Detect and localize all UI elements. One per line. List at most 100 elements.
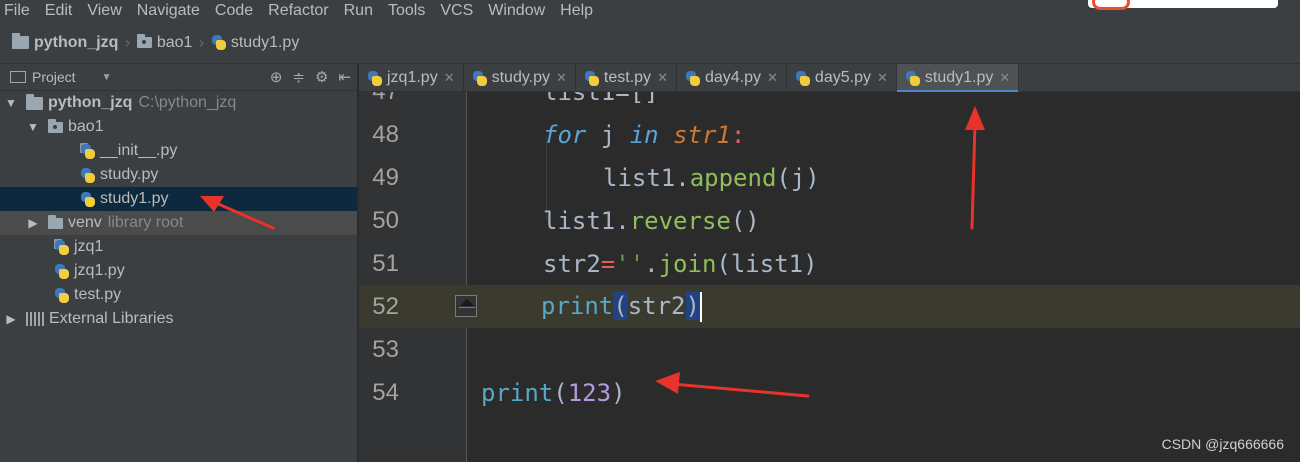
code-line-47[interactable]: 47 list1=[] bbox=[359, 92, 1300, 113]
menu-file[interactable]: File bbox=[4, 2, 30, 20]
tree-item-python-jzq[interactable]: ▼ python_jzq C:\python_jzq bbox=[0, 91, 357, 115]
menu-navigate[interactable]: Navigate bbox=[137, 2, 200, 20]
folder-icon bbox=[26, 93, 43, 110]
menu-view[interactable]: View bbox=[87, 2, 121, 20]
breadcrumb: python_jzq › bao1 › study1.py bbox=[0, 22, 1300, 64]
python-file-icon bbox=[80, 167, 96, 184]
chevron-down-icon[interactable]: ▼ bbox=[26, 120, 40, 134]
tab-label: jzq1.py bbox=[387, 69, 438, 86]
code-text: print(str2) bbox=[541, 291, 702, 322]
package-icon bbox=[48, 118, 63, 133]
gear-icon[interactable]: ⚙ bbox=[315, 68, 328, 86]
tree-item-label: bao1 bbox=[68, 118, 104, 135]
code-line-53[interactable]: 53 bbox=[359, 328, 1300, 371]
close-icon[interactable]: ✕ bbox=[877, 70, 888, 86]
python-file-icon bbox=[211, 34, 227, 51]
folder-icon bbox=[12, 33, 29, 49]
tree-item-label: External Libraries bbox=[49, 310, 174, 327]
line-number: 49 bbox=[372, 163, 399, 191]
tree-item-label: study1.py bbox=[100, 190, 169, 207]
python-file-icon bbox=[685, 70, 701, 87]
code-line-49[interactable]: 49 list1.append(j) bbox=[359, 156, 1300, 199]
code-text: list1.append(j) bbox=[603, 163, 820, 192]
code-text: print(123) bbox=[481, 378, 626, 407]
python-file-icon bbox=[472, 70, 488, 87]
python-file-icon bbox=[80, 191, 96, 208]
code-line-54[interactable]: 54 print(123) bbox=[359, 371, 1300, 414]
code-line-48[interactable]: 48 for j in str1: bbox=[359, 113, 1300, 156]
project-pane-title[interactable]: Project bbox=[32, 69, 76, 85]
chevron-right-icon[interactable]: ▶ bbox=[4, 312, 18, 326]
fold-marker-icon[interactable] bbox=[455, 295, 477, 317]
code-editor[interactable]: 47 list1=[] 48 for j in str1: 49 list1.a… bbox=[359, 92, 1300, 462]
tab-day5-py[interactable]: day5.py ✕ bbox=[787, 64, 897, 92]
menu-vcs[interactable]: VCS bbox=[440, 2, 473, 20]
menu-window[interactable]: Window bbox=[488, 2, 545, 20]
close-icon[interactable]: ✕ bbox=[444, 70, 455, 86]
line-number: 48 bbox=[372, 120, 399, 148]
code-line-50[interactable]: 50 list1.reverse() bbox=[359, 199, 1300, 242]
tab-study-py[interactable]: study.py ✕ bbox=[464, 64, 576, 92]
chevron-right-icon: › bbox=[198, 33, 205, 52]
tab-label: day5.py bbox=[814, 69, 871, 86]
chevron-right-icon[interactable]: ▶ bbox=[26, 216, 40, 230]
tree-item-jzq1-py[interactable]: jzq1.py bbox=[0, 259, 357, 283]
tree-item-study1[interactable]: study1.py bbox=[0, 187, 357, 211]
tree-item-label: jzq1.py bbox=[74, 262, 125, 279]
tree-item-external-libraries[interactable]: ▶ External Libraries bbox=[0, 307, 357, 331]
code-text: list1.reverse() bbox=[543, 206, 760, 235]
menu-bar: File Edit View Navigate Code Refactor Ru… bbox=[0, 0, 1300, 22]
tab-study1-py[interactable]: study1.py ✕ bbox=[896, 64, 1020, 93]
tree-item-venv[interactable]: ▶ venv library root bbox=[0, 211, 357, 235]
tree-item-test[interactable]: test.py bbox=[0, 283, 357, 307]
line-number: 53 bbox=[372, 335, 399, 363]
tree-item-init[interactable]: __init__.py bbox=[0, 139, 357, 163]
hide-icon[interactable]: ⇤ bbox=[338, 68, 351, 86]
menu-refactor[interactable]: Refactor bbox=[268, 2, 328, 20]
menu-run[interactable]: Run bbox=[344, 2, 373, 20]
close-icon[interactable]: ✕ bbox=[657, 70, 668, 86]
tree-item-bao1[interactable]: ▼ bao1 bbox=[0, 115, 357, 139]
line-number: 52 bbox=[372, 292, 399, 320]
menu-edit[interactable]: Edit bbox=[45, 2, 73, 20]
watermark: CSDN @jzq666666 bbox=[1161, 436, 1284, 452]
breadcrumb-package[interactable]: bao1 bbox=[136, 34, 192, 52]
python-file-icon bbox=[905, 70, 921, 87]
locate-icon[interactable]: ⊕ bbox=[270, 68, 283, 86]
python-file-icon bbox=[795, 70, 811, 87]
code-line-52[interactable]: 52 print(str2) bbox=[359, 285, 1300, 328]
menu-tools[interactable]: Tools bbox=[388, 2, 425, 20]
tree-item-jzq1[interactable]: jzq1 bbox=[0, 235, 357, 259]
python-file-icon bbox=[54, 287, 70, 304]
breadcrumb-project[interactable]: python_jzq bbox=[12, 33, 118, 52]
tree-item-label: python_jzq bbox=[48, 94, 133, 111]
package-icon bbox=[136, 34, 152, 48]
tab-test-py[interactable]: test.py ✕ bbox=[576, 64, 677, 92]
tab-day4-py[interactable]: day4.py ✕ bbox=[677, 64, 787, 92]
close-icon[interactable]: ✕ bbox=[556, 70, 567, 86]
menu-code[interactable]: Code bbox=[215, 2, 253, 20]
code-text: for j in str1: bbox=[543, 120, 746, 149]
python-file-icon bbox=[584, 70, 600, 87]
line-number: 50 bbox=[372, 206, 399, 234]
collapse-all-icon[interactable]: ≑ bbox=[292, 68, 305, 86]
breadcrumb-file[interactable]: study1.py bbox=[211, 34, 299, 52]
chevron-down-icon[interactable]: ▼ bbox=[4, 96, 18, 110]
close-icon[interactable]: ✕ bbox=[767, 70, 778, 86]
chevron-right-icon: › bbox=[124, 33, 131, 52]
tab-label: study.py bbox=[491, 69, 551, 86]
tree-item-label: __init__.py bbox=[100, 142, 178, 159]
menu-help[interactable]: Help bbox=[560, 2, 593, 20]
close-icon[interactable]: ✕ bbox=[999, 70, 1010, 86]
python-file-icon bbox=[54, 263, 70, 280]
project-tree: ▼ python_jzq C:\python_jzq ▼ bao1 __init… bbox=[0, 91, 357, 331]
tree-item-hint: C:\python_jzq bbox=[138, 94, 237, 111]
code-line-51[interactable]: 51 str2=''.join(list1) bbox=[359, 242, 1300, 285]
tree-item-study[interactable]: study.py bbox=[0, 163, 357, 187]
chevron-down-icon[interactable]: ▼ bbox=[102, 72, 112, 83]
code-text: str2=''.join(list1) bbox=[543, 249, 818, 278]
tab-jzq1-py[interactable]: jzq1.py ✕ bbox=[359, 64, 464, 92]
tree-item-hint: library root bbox=[107, 214, 184, 231]
line-number: 54 bbox=[372, 378, 399, 406]
python-file-icon bbox=[54, 238, 70, 256]
